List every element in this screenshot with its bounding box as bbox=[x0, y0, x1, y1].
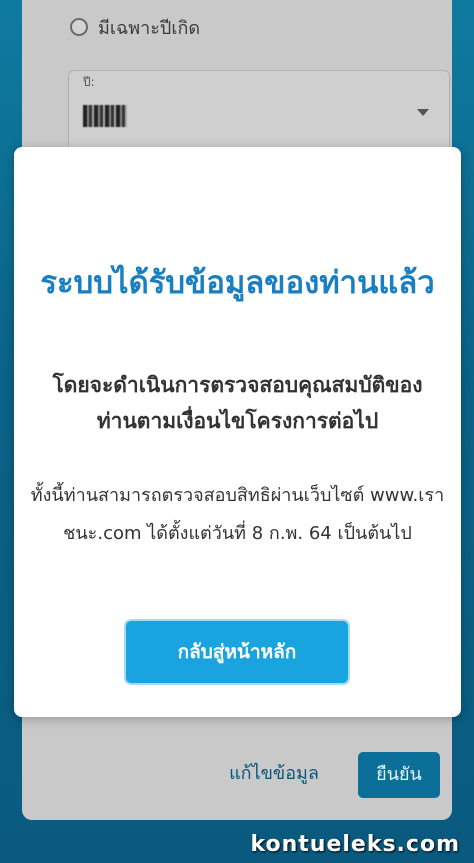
radio-label: มีเฉพาะปีเกิด bbox=[98, 17, 201, 39]
year-value-redacted bbox=[83, 105, 127, 127]
year-select[interactable]: ปี: bbox=[68, 70, 450, 156]
watermark: kontueleks.com bbox=[250, 832, 460, 857]
radio-circle-icon bbox=[70, 18, 88, 36]
confirmation-modal: ระบบได้รับข้อมูลของท่านแล้ว โดยจะดำเนินก… bbox=[14, 147, 461, 717]
modal-subtitle: โดยจะดำเนินการตรวจสอบคุณสมบัติของท่านตาม… bbox=[52, 373, 423, 433]
dropdown-arrow-icon bbox=[417, 109, 429, 116]
back-to-home-button[interactable]: กลับสู่หน้าหลัก bbox=[126, 621, 348, 683]
modal-body-text: ทั้งนี้ท่านสามารถตรวจสอบสิทธิผ่านเว็บไซต… bbox=[30, 485, 445, 544]
radio-birth-year-only[interactable]: มีเฉพาะปีเกิด bbox=[70, 14, 200, 40]
year-field-label: ปี: bbox=[83, 75, 95, 89]
edit-info-button[interactable]: แก้ไขข้อมูล bbox=[222, 754, 326, 794]
modal-title: ระบบได้รับข้อมูลของท่านแล้ว bbox=[40, 265, 435, 301]
confirm-button[interactable]: ยืนยัน bbox=[358, 752, 440, 798]
